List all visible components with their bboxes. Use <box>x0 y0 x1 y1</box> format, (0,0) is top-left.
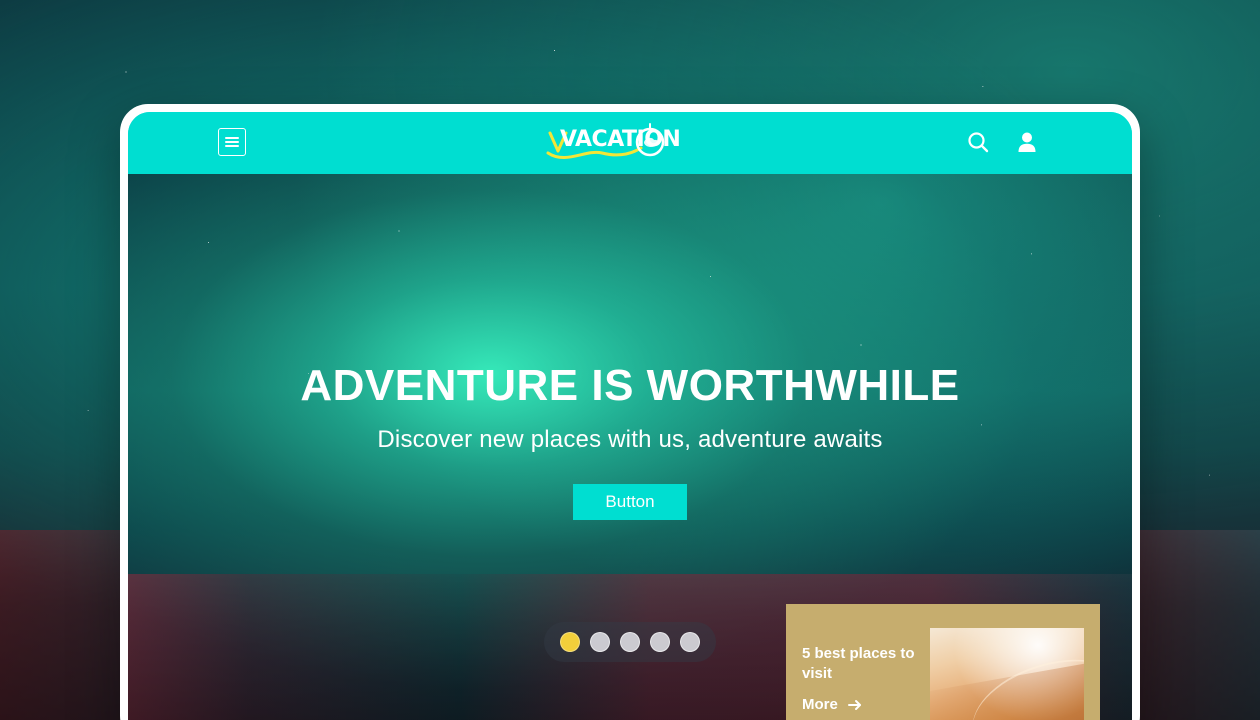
top-header: VACATION <box>128 112 1132 174</box>
logo[interactable]: VACATION <box>540 121 681 165</box>
promo-image <box>930 628 1084 720</box>
logo-text: VACATION <box>560 127 681 152</box>
menu-icon <box>225 137 239 147</box>
promo-title: 5 best places to visit <box>802 645 915 682</box>
hero-cta-button[interactable]: Button <box>573 484 687 520</box>
hero: ADVENTURE IS WORTHWHILE Discover new pla… <box>128 174 1132 720</box>
user-icon <box>1018 132 1036 152</box>
hero-subtitle: Discover new places with us, adventure a… <box>377 426 883 453</box>
carousel-indicators <box>544 622 716 662</box>
promo-card[interactable]: 5 best places to visit More <box>786 604 1100 720</box>
arrow-right-icon <box>847 699 861 710</box>
carousel-dot-3[interactable] <box>620 632 640 652</box>
menu-button[interactable] <box>218 128 246 156</box>
carousel-dot-4[interactable] <box>650 632 670 652</box>
carousel-dot-1[interactable] <box>560 632 580 652</box>
carousel-dot-2[interactable] <box>590 632 610 652</box>
device-screen: VACATION ADVENTURE IS WORTHWHILE Discove… <box>128 112 1132 720</box>
hero-content: ADVENTURE IS WORTHWHILE Discover new pla… <box>128 364 1132 520</box>
device-frame: VACATION ADVENTURE IS WORTHWHILE Discove… <box>120 104 1140 720</box>
user-button[interactable] <box>1013 128 1041 156</box>
search-icon <box>968 132 989 153</box>
promo-more-link[interactable]: More <box>802 696 862 713</box>
promo-more-label: More <box>802 696 838 713</box>
search-button[interactable] <box>964 128 992 156</box>
hero-title: ADVENTURE IS WORTHWHILE <box>300 361 960 410</box>
carousel-dot-5[interactable] <box>680 632 700 652</box>
